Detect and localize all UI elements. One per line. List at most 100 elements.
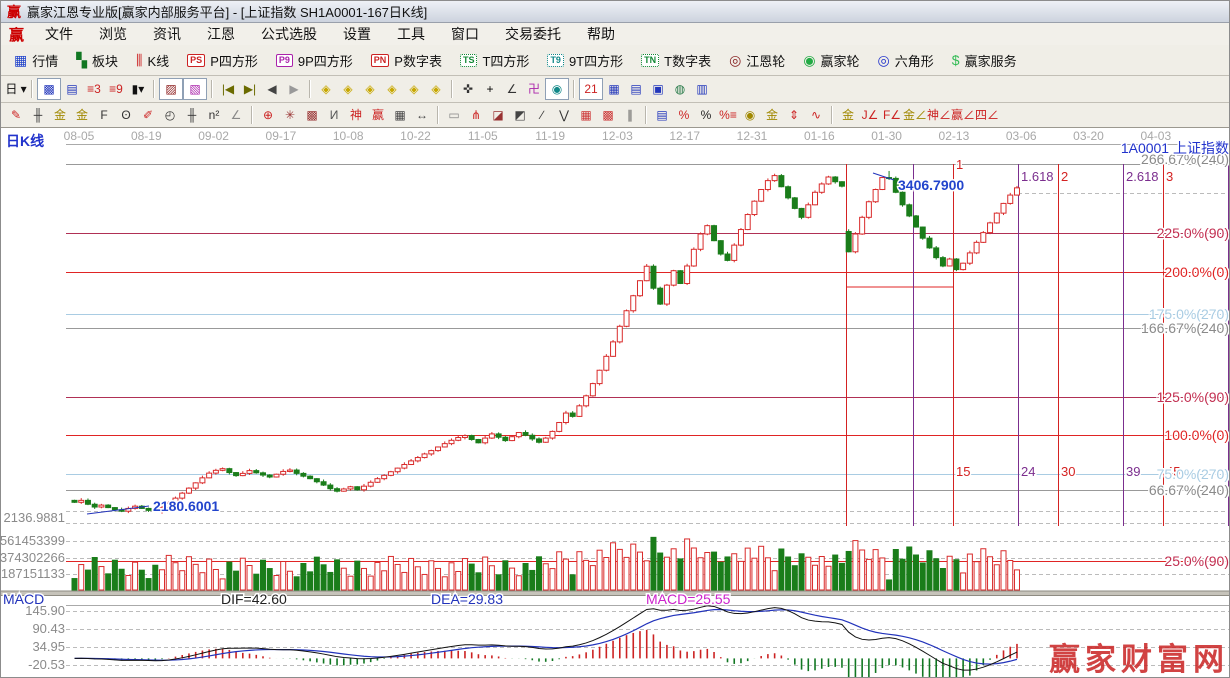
gold-underline-icon[interactable]: 金: [837, 105, 859, 125]
compress-icon[interactable]: ◈: [381, 79, 403, 99]
parallel-lines-icon[interactable]: ∥: [619, 105, 641, 125]
t-number-table-button[interactable]: TNT数字表: [632, 47, 720, 73]
info-list-icon[interactable]: ▤: [61, 79, 83, 99]
prev-icon[interactable]: ◀: [261, 79, 283, 99]
hexagon-button[interactable]: ◎六角形: [869, 47, 943, 73]
calculator-icon[interactable]: ▦: [603, 79, 625, 99]
percent-red-icon[interactable]: %: [673, 105, 695, 125]
comb-icon[interactable]: ╫: [27, 105, 49, 125]
gold-lines-icon[interactable]: 金: [761, 105, 783, 125]
wave-icon[interactable]: ∿: [805, 105, 827, 125]
menu-item-工具[interactable]: 工具: [384, 24, 438, 44]
bars-3-icon[interactable]: ≡3: [83, 79, 105, 99]
next-icon[interactable]: ▶: [283, 79, 305, 99]
winner-service-button[interactable]: $赢家服务: [943, 47, 1026, 73]
print-icon[interactable]: ▥: [691, 79, 713, 99]
draw-knife-icon[interactable]: ✎: [5, 105, 27, 125]
volume-bar: [449, 563, 454, 590]
pattern-b-icon[interactable]: ▧: [183, 78, 207, 100]
web-icon[interactable]: ✳: [279, 105, 301, 125]
red-grid-icon[interactable]: ▦: [575, 105, 597, 125]
web-box-icon[interactable]: ▩: [301, 105, 323, 125]
zone-tool-icon[interactable]: ▩: [37, 78, 61, 100]
red-grid-2-icon[interactable]: ▩: [597, 105, 619, 125]
menu-item-设置[interactable]: 设置: [330, 24, 384, 44]
toolbar-button-label: K线: [148, 51, 170, 70]
gold-angle-icon[interactable]: 金∠: [903, 105, 927, 125]
width-arrows-icon[interactable]: ↔: [411, 105, 433, 125]
region-select-icon[interactable]: ◉: [545, 78, 569, 100]
menu-item-公式选股[interactable]: 公式选股: [248, 24, 330, 44]
knife-2-icon[interactable]: ✐: [137, 105, 159, 125]
expand-h-icon[interactable]: ◈: [359, 79, 381, 99]
menu-item-资讯[interactable]: 资讯: [140, 24, 194, 44]
shen-comb-icon[interactable]: 神: [345, 105, 367, 125]
ying-comb-icon[interactable]: 赢: [367, 105, 389, 125]
t-square-button[interactable]: TST四方形: [451, 47, 538, 73]
bars-9-icon[interactable]: ≡9: [105, 79, 127, 99]
first-icon[interactable]: |◀: [217, 79, 239, 99]
wan-tool-icon[interactable]: 卍: [523, 79, 545, 99]
comb-2-icon[interactable]: ╫: [181, 105, 203, 125]
candle: [510, 437, 515, 441]
menu-item-文件[interactable]: 文件: [32, 24, 86, 44]
fan-icon[interactable]: ⋔: [465, 105, 487, 125]
expand-left-icon[interactable]: ◈: [315, 79, 337, 99]
spiral-icon[interactable]: ʘ: [115, 105, 137, 125]
fan-box-2-icon[interactable]: ◩: [509, 105, 531, 125]
crosshair-icon[interactable]: +: [479, 79, 501, 99]
kline-button[interactable]: ⫼K线: [127, 47, 178, 73]
circle-cross-icon[interactable]: ⊕: [257, 105, 279, 125]
web-export-icon[interactable]: ◍: [669, 79, 691, 99]
zigzag-icon[interactable]: ⋁: [553, 105, 575, 125]
percent-icon[interactable]: %: [695, 105, 717, 125]
menu-item-江恩[interactable]: 江恩: [194, 24, 248, 44]
time-circle-icon[interactable]: ◴: [159, 105, 181, 125]
menu-item-窗口[interactable]: 窗口: [438, 24, 492, 44]
zoom-diamond-icon[interactable]: ◈: [425, 79, 447, 99]
ruler-icon[interactable]: ▤: [651, 105, 673, 125]
fan-box-icon[interactable]: ◪: [487, 105, 509, 125]
menu-item-帮助[interactable]: 帮助: [574, 24, 628, 44]
menu-item-浏览[interactable]: 浏览: [86, 24, 140, 44]
sectors-button[interactable]: ▚板块: [67, 47, 127, 73]
quotes-button[interactable]: ▦行情: [5, 47, 67, 73]
shen-angle-icon[interactable]: 神∠: [927, 105, 951, 125]
9p-square-button[interactable]: P99P四方形: [267, 47, 362, 73]
grid-123-icon[interactable]: ▦: [389, 105, 411, 125]
wave-mark-icon[interactable]: И: [323, 105, 345, 125]
report-icon[interactable]: ▤: [625, 79, 647, 99]
expand-all-icon[interactable]: ◈: [403, 79, 425, 99]
menu-item-交易委托[interactable]: 交易委托: [492, 24, 574, 44]
n2-comb-icon[interactable]: n²: [203, 105, 225, 125]
p-square-button[interactable]: PSP四方形: [178, 47, 267, 73]
f-angle-icon[interactable]: F∠: [881, 105, 903, 125]
j-angle-icon[interactable]: J∠: [859, 105, 881, 125]
9t-square-button[interactable]: T99T四方形: [538, 47, 632, 73]
gold-comb-2-icon[interactable]: 金: [71, 105, 93, 125]
kline-chart[interactable]: 08-0508-1909-0209-1710-0810-2211-0511-19…: [1, 128, 1230, 678]
gold-circle-icon[interactable]: ◉: [739, 105, 761, 125]
gold-comb-icon[interactable]: 金: [49, 105, 71, 125]
hand-tool-icon[interactable]: ✜: [457, 79, 479, 99]
p-number-table-button[interactable]: PNP数字表: [362, 47, 451, 73]
f-comb-icon[interactable]: F: [93, 105, 115, 125]
fan-lines-icon[interactable]: ∕: [531, 105, 553, 125]
si-angle-icon[interactable]: 四∠: [975, 105, 999, 125]
calendar-icon[interactable]: 21: [579, 78, 603, 100]
angle-measure-icon[interactable]: ∠: [501, 79, 523, 99]
ying-angle-icon[interactable]: 赢∠: [951, 105, 975, 125]
save-icon[interactable]: ▣: [647, 79, 669, 99]
expand-right-icon[interactable]: ◈: [337, 79, 359, 99]
candle-style-dropdown[interactable]: ▮▾: [127, 79, 149, 99]
chart-area[interactable]: 08-0508-1909-0209-1710-0810-2211-0511-19…: [1, 128, 1230, 678]
box-tool-icon[interactable]: ▭: [443, 105, 465, 125]
percent-lines-icon[interactable]: %≡: [717, 105, 739, 125]
winner-wheel-button[interactable]: ◉赢家轮: [794, 47, 868, 73]
angle-tool-icon[interactable]: ∠: [225, 105, 247, 125]
pattern-a-icon[interactable]: ▨: [159, 78, 183, 100]
gann-wheel-button[interactable]: ◎江恩轮: [720, 47, 794, 73]
period-day-dropdown[interactable]: 日 ▾: [5, 79, 27, 99]
last-icon[interactable]: ▶|: [239, 79, 261, 99]
arrow-pen-icon[interactable]: ⇕: [783, 105, 805, 125]
